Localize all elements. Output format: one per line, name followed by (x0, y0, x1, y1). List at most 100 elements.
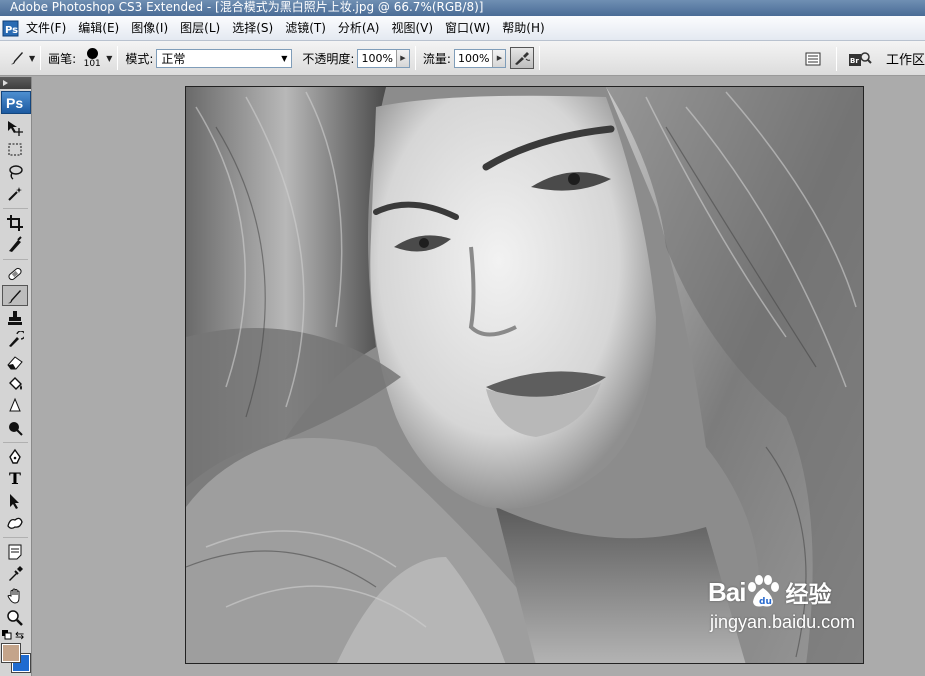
menu-filter[interactable]: 滤镜(T) (279, 16, 332, 41)
airbrush-icon (515, 52, 531, 65)
menu-edit[interactable]: 编辑(E) (72, 16, 125, 41)
rectangular-marquee-icon (8, 143, 22, 155)
crop-icon (7, 214, 23, 231)
custom-shape-icon (7, 517, 23, 529)
palette-well-button[interactable] (801, 48, 825, 70)
move-icon (8, 120, 23, 136)
workspace-menu[interactable]: 工作区 (886, 49, 925, 68)
bandage-icon (8, 267, 22, 280)
default-colors-icon[interactable] (2, 630, 12, 640)
paint-bucket-tool[interactable] (2, 373, 28, 394)
type-tool[interactable]: T (2, 468, 28, 489)
eyedropper-tool[interactable] (2, 563, 28, 584)
divider (414, 46, 416, 70)
watermark-brand-prefix: Bai (708, 576, 746, 607)
svg-text:Br: Br (850, 57, 859, 65)
chevron-down-icon: ▼ (281, 53, 288, 63)
pen-tool[interactable] (2, 446, 28, 467)
history-brush-icon (9, 330, 24, 347)
dodge-tool[interactable] (2, 417, 28, 438)
brush-icon (8, 289, 21, 303)
type-t-icon: T (9, 469, 21, 488)
photoshop-logo[interactable]: Ps (1, 91, 31, 114)
menu-help[interactable]: 帮助(H) (496, 16, 550, 41)
clone-stamp-tool[interactable] (2, 307, 28, 328)
menu-analysis[interactable]: 分析(A) (332, 16, 386, 41)
pen-nib-icon (9, 448, 21, 464)
divider (40, 46, 42, 70)
brush-label: 画笔: (48, 51, 77, 66)
blend-mode-select[interactable]: 正常 ▼ (156, 48, 293, 68)
toolbox-divider (3, 439, 28, 443)
custom-shape-tool[interactable] (2, 512, 28, 533)
menu-view[interactable]: 视图(V) (385, 16, 439, 41)
mode-label: 模式: (125, 51, 154, 66)
brush-size-value: 101 (83, 58, 101, 69)
photoshop-app-icon[interactable]: Ps (2, 20, 19, 37)
airbrush-toggle-button[interactable] (510, 47, 535, 69)
color-swatches: ⇆ (0, 629, 31, 673)
watermark-brand-suffix: 经验 (785, 582, 832, 608)
tool-options-bar: ▼ 画笔: 101 ▼ 模式: 正常 ▼ 不透明度: 100% ▶ 流量: 10… (0, 41, 925, 76)
svg-text:Ps: Ps (5, 25, 18, 36)
toolbox-panel: Ps T ⇆ (0, 77, 32, 676)
brush-picker[interactable]: 101 (81, 47, 103, 69)
swap-colors-icon[interactable]: ⇆ (15, 629, 24, 642)
opacity-value[interactable]: 100% (358, 52, 395, 65)
paint-bucket-icon (9, 376, 22, 390)
flow-field[interactable]: 100% ▶ (453, 48, 507, 68)
divider (117, 46, 119, 70)
magic-wand-icon (8, 186, 22, 201)
crop-tool[interactable] (2, 212, 28, 233)
opacity-label: 不透明度: (302, 51, 355, 66)
menu-image[interactable]: 图像(I) (125, 16, 174, 41)
slice-knife-icon (9, 235, 22, 252)
blur-drop-icon (9, 397, 21, 411)
path-selection-tool[interactable] (2, 490, 28, 511)
menu-file[interactable]: 文件(F) (20, 16, 72, 41)
flow-slider-arrow-icon[interactable]: ▶ (492, 49, 506, 67)
notes-tool[interactable] (2, 541, 28, 562)
path-selection-arrow-icon (10, 493, 19, 509)
blur-tool[interactable] (2, 395, 28, 416)
magnifier-icon (7, 609, 23, 626)
lasso-tool[interactable] (2, 161, 28, 182)
healing-brush-tool[interactable] (2, 263, 28, 284)
toolbox-collapse-grip[interactable] (0, 77, 31, 89)
magic-wand-tool[interactable] (2, 183, 28, 204)
toolbox-divider (3, 205, 28, 209)
palette-icon (805, 52, 821, 65)
tool-preset-picker[interactable]: ▼ (8, 49, 35, 67)
brush-tool[interactable] (2, 285, 28, 306)
note-icon (8, 544, 22, 559)
zoom-tool[interactable] (2, 607, 28, 628)
brush-tool-icon (11, 52, 23, 65)
opacity-slider-arrow-icon[interactable]: ▶ (395, 49, 409, 67)
svg-text:du: du (759, 597, 772, 607)
dodge-icon (9, 421, 23, 436)
slice-tool[interactable] (2, 234, 28, 255)
eraser-icon (7, 355, 23, 369)
menu-window[interactable]: 窗口(W) (439, 16, 496, 41)
flow-value[interactable]: 100% (455, 52, 492, 65)
bridge-search-icon: Br (848, 51, 872, 66)
brush-tip-icon (86, 47, 98, 59)
menu-layer[interactable]: 图层(L) (174, 16, 226, 41)
flow-label: 流量: (422, 51, 451, 66)
chevron-down-icon: ▼ (29, 53, 36, 63)
marquee-tool[interactable] (2, 139, 28, 160)
menu-select[interactable]: 选择(S) (226, 16, 279, 41)
toolbox-divider (3, 534, 28, 538)
bridge-button[interactable]: Br (848, 48, 872, 70)
window-title: Adobe Photoshop CS3 Extended - [混合模式为黑白照… (10, 0, 484, 14)
divider (835, 46, 837, 71)
history-brush-tool[interactable] (2, 329, 28, 350)
hand-tool[interactable] (2, 585, 28, 606)
watermark-url: jingyan.baidu.com (710, 612, 856, 632)
opacity-field[interactable]: 100% ▶ (357, 48, 410, 68)
brush-picker-chevron-icon[interactable]: ▼ (106, 54, 112, 63)
eyedropper-icon (9, 565, 23, 581)
eraser-tool[interactable] (2, 351, 28, 372)
move-tool[interactable] (2, 117, 28, 138)
foreground-color-swatch[interactable] (1, 643, 21, 663)
